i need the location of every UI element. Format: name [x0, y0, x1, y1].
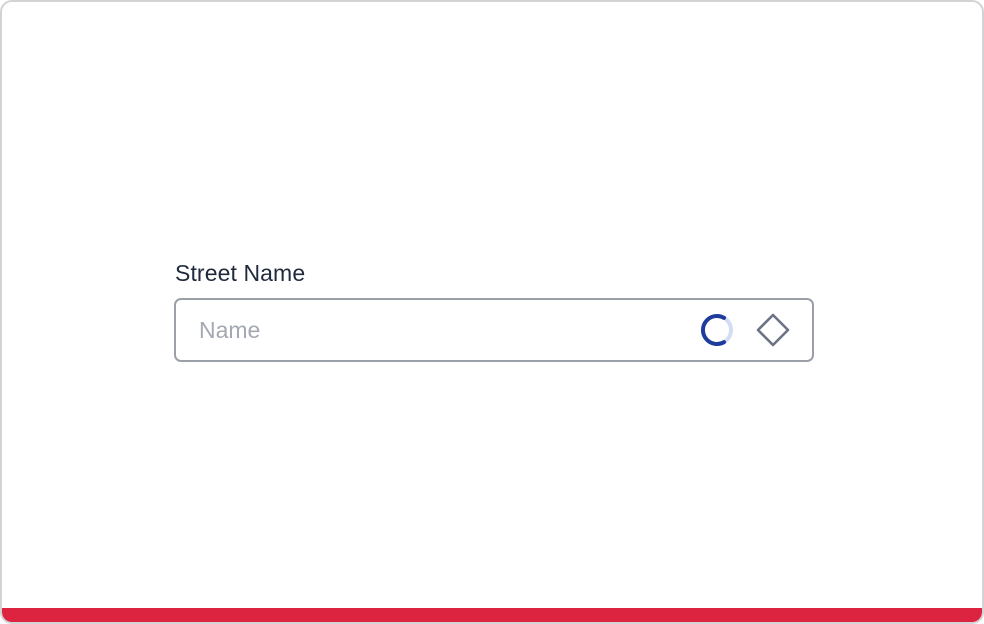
- street-name-field: Street Name: [174, 258, 814, 362]
- diamond-icon: [756, 313, 790, 347]
- bottom-accent-bar: [2, 608, 982, 622]
- diamond-icon-button[interactable]: [754, 311, 792, 349]
- street-name-input-wrapper[interactable]: [174, 298, 814, 362]
- app-frame: Street Name: [0, 0, 984, 624]
- loading-spinner-icon: [700, 313, 734, 347]
- street-name-input[interactable]: [176, 300, 676, 360]
- street-name-label: Street Name: [175, 260, 306, 286]
